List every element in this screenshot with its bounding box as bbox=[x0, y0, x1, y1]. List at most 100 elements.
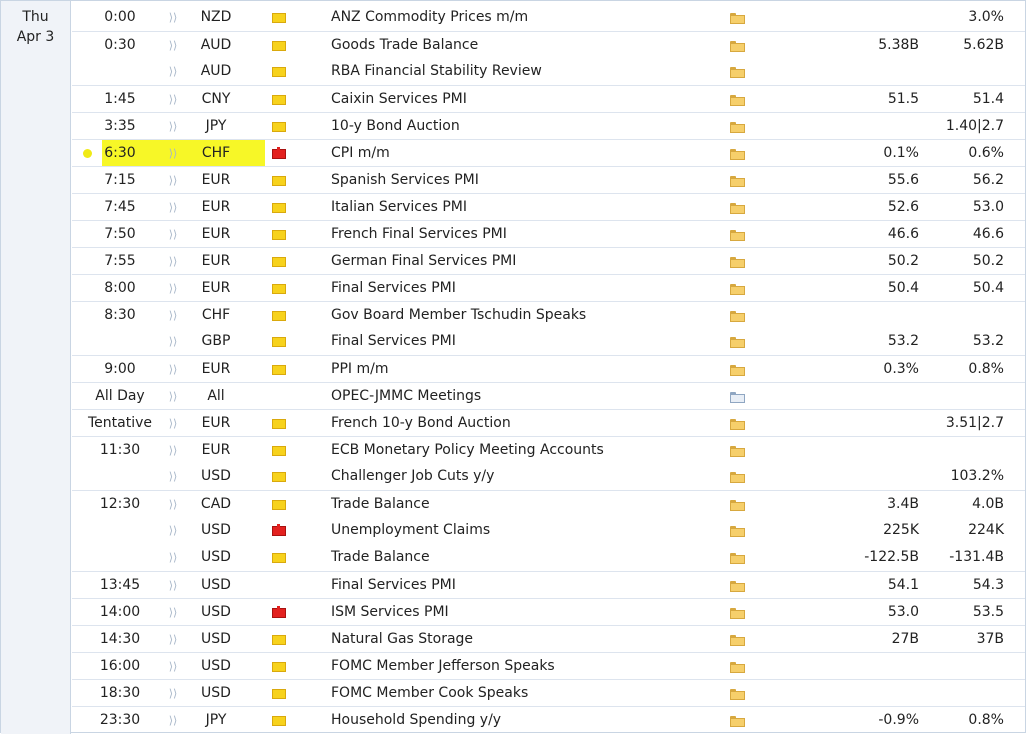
detail-folder-icon[interactable] bbox=[730, 311, 745, 323]
event-row[interactable]: ⟩⟩ USD Trade Balance -122.5B -131.4B bbox=[72, 544, 1025, 571]
sound-icon[interactable]: ⟩⟩ bbox=[167, 491, 179, 518]
event-title[interactable]: Final Services PMI bbox=[331, 572, 456, 599]
sound-icon[interactable]: ⟩⟩ bbox=[167, 410, 179, 437]
detail-folder-icon[interactable] bbox=[730, 635, 745, 647]
sound-icon[interactable]: ⟩⟩ bbox=[167, 302, 179, 329]
sound-icon[interactable]: ⟩⟩ bbox=[167, 599, 179, 626]
event-row[interactable]: 8:30 ⟩⟩ CHF Gov Board Member Tschudin Speak… bbox=[72, 301, 1025, 328]
event-title[interactable]: Final Services PMI bbox=[331, 275, 456, 302]
sound-icon[interactable]: ⟩⟩ bbox=[167, 572, 179, 599]
detail-folder-icon[interactable] bbox=[730, 257, 745, 269]
event-title[interactable]: German Final Services PMI bbox=[331, 248, 516, 275]
detail-folder-icon[interactable] bbox=[730, 337, 745, 349]
detail-folder-icon[interactable] bbox=[730, 230, 745, 242]
event-row[interactable]: 13:45 ⟩⟩ USD Final Services PMI 54.1 54.3 bbox=[72, 571, 1025, 598]
event-title[interactable]: ANZ Commodity Prices m/m bbox=[331, 4, 528, 31]
event-title[interactable]: Spanish Services PMI bbox=[331, 167, 479, 194]
event-title[interactable]: 10-y Bond Auction bbox=[331, 113, 460, 140]
event-row[interactable]: 14:30 ⟩⟩ USD Natural Gas Storage 27B 37B bbox=[72, 625, 1025, 652]
event-row[interactable]: ⟩⟩ USD Unemployment Claims 225K 224K bbox=[72, 517, 1025, 544]
event-title[interactable]: French Final Services PMI bbox=[331, 221, 507, 248]
event-title[interactable]: ISM Services PMI bbox=[331, 599, 449, 626]
event-row[interactable]: 7:55 ⟩⟩ EUR German Final Services PMI 50.2 50… bbox=[72, 247, 1025, 274]
sound-icon[interactable]: ⟩⟩ bbox=[167, 463, 179, 490]
event-title[interactable]: Natural Gas Storage bbox=[331, 626, 473, 653]
event-title[interactable]: PPI m/m bbox=[331, 356, 388, 383]
event-title[interactable]: Goods Trade Balance bbox=[331, 32, 478, 59]
detail-folder-icon[interactable] bbox=[730, 472, 745, 484]
event-row[interactable]: 11:30 ⟩⟩ EUR ECB Monetary Policy Meeting Ac… bbox=[72, 436, 1025, 463]
event-row[interactable]: Tentative ⟩⟩ EUR French 10-y Bond Auction 3.… bbox=[72, 409, 1025, 436]
sound-icon[interactable]: ⟩⟩ bbox=[167, 32, 179, 59]
detail-folder-icon[interactable] bbox=[730, 446, 745, 458]
event-title[interactable]: Trade Balance bbox=[331, 544, 430, 571]
event-row[interactable]: 8:00 ⟩⟩ EUR Final Services PMI 50.4 50.4 bbox=[72, 274, 1025, 301]
event-title[interactable]: FOMC Member Jefferson Speaks bbox=[331, 653, 555, 680]
sound-icon[interactable]: ⟩⟩ bbox=[167, 626, 179, 653]
event-row[interactable]: 14:00 ⟩⟩ USD ISM Services PMI 53.0 53.5 bbox=[72, 598, 1025, 625]
event-title[interactable]: French 10-y Bond Auction bbox=[331, 410, 511, 437]
event-row[interactable]: 7:45 ⟩⟩ EUR Italian Services PMI 52.6 53.0 bbox=[72, 193, 1025, 220]
detail-folder-icon[interactable] bbox=[730, 13, 745, 25]
event-row[interactable]: 16:00 ⟩⟩ USD FOMC Member Jefferson Speaks bbox=[72, 652, 1025, 679]
detail-folder-icon[interactable] bbox=[730, 553, 745, 565]
event-row[interactable]: 18:30 ⟩⟩ USD FOMC Member Cook Speaks bbox=[72, 679, 1025, 706]
sound-icon[interactable]: ⟩⟩ bbox=[167, 221, 179, 248]
sound-icon[interactable]: ⟩⟩ bbox=[167, 680, 179, 707]
event-title[interactable]: ECB Monetary Policy Meeting Accounts bbox=[331, 437, 604, 464]
event-title[interactable]: OPEC-JMMC Meetings bbox=[331, 383, 481, 410]
detail-folder-icon[interactable] bbox=[730, 392, 745, 404]
detail-folder-icon[interactable] bbox=[730, 419, 745, 431]
event-row[interactable]: ⟩⟩ AUD RBA Financial Stability Review bbox=[72, 58, 1025, 85]
sound-icon[interactable]: ⟩⟩ bbox=[167, 517, 179, 544]
sound-icon[interactable]: ⟩⟩ bbox=[167, 437, 179, 464]
sound-icon[interactable]: ⟩⟩ bbox=[167, 707, 179, 734]
event-row[interactable]: 9:00 ⟩⟩ EUR PPI m/m 0.3% 0.8% bbox=[72, 355, 1025, 382]
event-row[interactable]: 23:30 ⟩⟩ JPY Household Spending y/y -0.9% 0.8… bbox=[72, 706, 1025, 733]
detail-folder-icon[interactable] bbox=[730, 608, 745, 620]
event-row[interactable]: 0:30 ⟩⟩ AUD Goods Trade Balance 5.38B 5.62B bbox=[72, 31, 1025, 58]
detail-folder-icon[interactable] bbox=[730, 41, 745, 53]
sound-icon[interactable]: ⟩⟩ bbox=[167, 167, 179, 194]
event-title[interactable]: Gov Board Member Tschudin Speaks bbox=[331, 302, 586, 329]
sound-icon[interactable]: ⟩⟩ bbox=[167, 248, 179, 275]
sound-icon[interactable]: ⟩⟩ bbox=[167, 544, 179, 571]
detail-folder-icon[interactable] bbox=[730, 581, 745, 593]
event-title[interactable]: RBA Financial Stability Review bbox=[331, 58, 542, 85]
event-row[interactable]: 12:30 ⟩⟩ CAD Trade Balance 3.4B 4.0B bbox=[72, 490, 1025, 517]
event-title[interactable]: CPI m/m bbox=[331, 140, 390, 167]
event-title[interactable]: Italian Services PMI bbox=[331, 194, 467, 221]
detail-folder-icon[interactable] bbox=[730, 176, 745, 188]
sound-icon[interactable]: ⟩⟩ bbox=[167, 140, 179, 167]
detail-folder-icon[interactable] bbox=[730, 500, 745, 512]
event-row[interactable]: All Day ⟩⟩ All OPEC-JMMC Meetings bbox=[72, 382, 1025, 409]
event-row[interactable]: 1:45 ⟩⟩ CNY Caixin Services PMI 51.5 51.4 bbox=[72, 85, 1025, 112]
detail-folder-icon[interactable] bbox=[730, 95, 745, 107]
sound-icon[interactable]: ⟩⟩ bbox=[167, 653, 179, 680]
sound-icon[interactable]: ⟩⟩ bbox=[167, 4, 179, 31]
event-title[interactable]: Final Services PMI bbox=[331, 328, 456, 355]
event-title[interactable]: FOMC Member Cook Speaks bbox=[331, 680, 528, 707]
detail-folder-icon[interactable] bbox=[730, 716, 745, 728]
sound-icon[interactable]: ⟩⟩ bbox=[167, 58, 179, 85]
event-row[interactable]: ⟩⟩ GBP Final Services PMI 53.2 53.2 bbox=[72, 328, 1025, 355]
event-row[interactable]: 7:50 ⟩⟩ EUR French Final Services PMI 46.6 46… bbox=[72, 220, 1025, 247]
event-title[interactable]: Trade Balance bbox=[331, 491, 430, 518]
event-row[interactable]: 6:30 ⟩⟩ CHF CPI m/m 0.1% 0.6% bbox=[72, 139, 1025, 167]
detail-folder-icon[interactable] bbox=[730, 365, 745, 377]
sound-icon[interactable]: ⟩⟩ bbox=[167, 356, 179, 383]
event-row[interactable]: 0:00 ⟩⟩ NZD ANZ Commodity Prices m/m 3.0% bbox=[72, 4, 1025, 31]
detail-folder-icon[interactable] bbox=[730, 149, 745, 161]
detail-folder-icon[interactable] bbox=[730, 526, 745, 538]
event-row[interactable]: 3:35 ⟩⟩ JPY 10-y Bond Auction 1.40|2.7 bbox=[72, 112, 1025, 139]
event-title[interactable]: Household Spending y/y bbox=[331, 707, 501, 734]
sound-icon[interactable]: ⟩⟩ bbox=[167, 86, 179, 113]
detail-folder-icon[interactable] bbox=[730, 662, 745, 674]
detail-folder-icon[interactable] bbox=[730, 67, 745, 79]
event-row[interactable]: ⟩⟩ USD Challenger Job Cuts y/y 103.2% bbox=[72, 463, 1025, 490]
sound-icon[interactable]: ⟩⟩ bbox=[167, 275, 179, 302]
sound-icon[interactable]: ⟩⟩ bbox=[167, 383, 179, 410]
detail-folder-icon[interactable] bbox=[730, 122, 745, 134]
event-row[interactable]: 7:15 ⟩⟩ EUR Spanish Services PMI 55.6 56.2 bbox=[72, 166, 1025, 193]
detail-folder-icon[interactable] bbox=[730, 689, 745, 701]
